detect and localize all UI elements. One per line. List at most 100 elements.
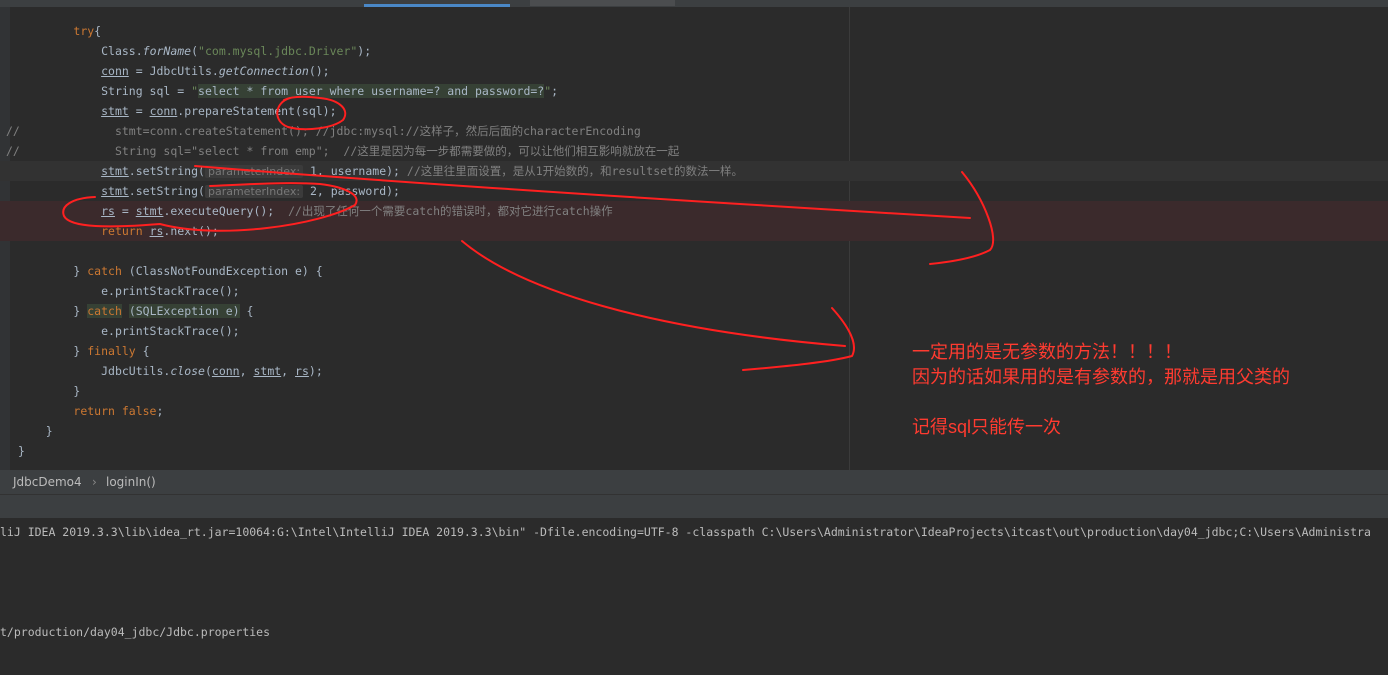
code-token: } (73, 264, 88, 278)
code-token: close (170, 364, 205, 378)
code-text: e.printStackTrace(); (18, 321, 240, 341)
code-token: catch (87, 304, 122, 318)
code-text: } finally { (18, 341, 150, 361)
code-text: return false; (18, 401, 163, 421)
code-line[interactable]: Class.forName("com.mysql.jdbc.Driver"); (0, 41, 1388, 61)
code-token: rs (101, 204, 115, 218)
code-token: ); (357, 44, 372, 58)
code-token: JdbcUtils. (101, 364, 171, 378)
code-token: 1, username); (303, 164, 407, 178)
code-token: = JdbcUtils. (128, 64, 219, 78)
code-token: (); (308, 64, 330, 78)
code-token: { (135, 344, 150, 358)
code-line[interactable] (0, 241, 1388, 261)
code-token: conn (101, 64, 129, 78)
parameter-hint: parameterIndex: (204, 165, 304, 178)
code-text: stmt.setString(parameterIndex: 1, userna… (18, 161, 743, 182)
code-line[interactable]: try{ (0, 21, 1388, 41)
code-token: forName (142, 44, 192, 58)
code-token: String sql="select * from emp"; //这里是因为每… (114, 144, 680, 158)
code-text: String sql="select * from emp"; //这里是因为每… (18, 141, 679, 161)
code-line[interactable]: stmt.setString(parameterIndex: 1, userna… (0, 161, 1388, 181)
code-token: stmt (101, 164, 129, 178)
code-token: //出现了任何一个需要catch的错误时，都对它进行catch操作 (288, 204, 613, 218)
code-text: stmt = conn.prepareStatement(sql); (18, 101, 336, 121)
code-line[interactable]: return rs.next(); (0, 221, 1388, 241)
code-token: = (128, 104, 150, 118)
code-line[interactable]: return false; (0, 401, 1388, 421)
editor-tab[interactable] (530, 0, 675, 6)
code-token: } (18, 444, 25, 458)
code-text: } catch (ClassNotFoundException e) { (18, 261, 322, 281)
code-token: .setString( (128, 164, 205, 178)
code-line[interactable]: stmt = conn.prepareStatement(sql); (0, 101, 1388, 121)
code-token: ; (551, 84, 559, 98)
code-text: try{ (18, 21, 101, 41)
code-token: .setString( (128, 184, 205, 198)
code-token: e.printStackTrace(); (101, 324, 240, 338)
code-token: rs (149, 224, 164, 238)
code-text: } (18, 441, 25, 461)
code-line[interactable]: conn = JdbcUtils.getConnection(); (0, 61, 1388, 81)
code-token: } (45, 424, 53, 438)
code-line[interactable]: stmt.setString(parameterIndex: 2, passwo… (0, 181, 1388, 201)
code-token: "com.mysql.jdbc.Driver" (198, 44, 358, 58)
code-text: } (18, 421, 53, 441)
code-token: Class. (101, 44, 143, 58)
code-token: return false (73, 404, 157, 418)
editor-tab-bar (0, 0, 1388, 7)
console-line: t/production/day04_jdbc/Jdbc.properties (0, 625, 271, 639)
code-token: ; (156, 404, 164, 418)
code-token: ( (191, 44, 199, 58)
breadcrumb-separator: › (92, 475, 97, 489)
console-line: liJ IDEA 2019.3.3\lib\idea_rt.jar=10064:… (0, 525, 1371, 539)
code-token: stmt (101, 104, 129, 118)
code-token: String sql = (101, 84, 192, 98)
code-line[interactable]: String sql = "select * from user where u… (0, 81, 1388, 101)
code-text: conn = JdbcUtils.getConnection(); (18, 61, 330, 81)
code-line[interactable]: // stmt=conn.createStatement(); //jdbc:m… (0, 121, 1388, 141)
code-line[interactable]: } (0, 441, 1388, 461)
code-token: , (281, 364, 296, 378)
code-line[interactable]: e.printStackTrace(); (0, 281, 1388, 301)
code-token: .next(); (163, 224, 219, 238)
code-text: return rs.next(); (18, 221, 219, 241)
code-token: stmt=conn.createStatement(); //jdbc:mysq… (114, 124, 641, 138)
code-token: conn (149, 104, 178, 118)
code-text: Class.forName("com.mysql.jdbc.Driver"); (18, 41, 371, 61)
code-token: { (239, 304, 254, 318)
code-token: = (114, 204, 136, 218)
code-editor[interactable]: try{ Class.forName("com.mysql.jdbc.Drive… (0, 7, 1388, 470)
code-token: conn (211, 364, 240, 378)
breadcrumb-class[interactable]: JdbcDemo4 (13, 470, 82, 494)
code-token: rs (295, 364, 309, 378)
run-console[interactable]: liJ IDEA 2019.3.3\lib\idea_rt.jar=10064:… (0, 518, 1388, 675)
code-token: " (191, 84, 199, 98)
code-line[interactable]: rs = stmt.executeQuery(); //出现了任何一个需要cat… (0, 201, 1388, 221)
code-text: stmt=conn.createStatement(); //jdbc:mysq… (18, 121, 641, 141)
code-text: String sql = "select * from user where u… (18, 81, 558, 101)
code-token: catch (87, 264, 122, 278)
code-token: { (94, 24, 102, 38)
code-token: try (73, 24, 95, 38)
code-token: } (73, 304, 88, 318)
code-token: 2, password); (303, 184, 400, 198)
code-token: stmt (101, 184, 129, 198)
code-line[interactable]: } (0, 421, 1388, 441)
code-token: select * from user where username=? and … (198, 84, 545, 98)
code-token: return (101, 224, 150, 238)
parameter-hint: parameterIndex: (204, 185, 304, 198)
code-line[interactable]: e.printStackTrace(); (0, 321, 1388, 341)
code-text: e.printStackTrace(); (18, 281, 239, 301)
code-line[interactable]: } catch (ClassNotFoundException e) { (0, 261, 1388, 281)
code-token: .executeQuery(); (163, 204, 289, 218)
code-line[interactable]: } catch (SQLException e) { (0, 301, 1388, 321)
code-text: rs = stmt.executeQuery(); //出现了任何一个需要cat… (18, 201, 613, 221)
breadcrumb-method[interactable]: loginIn() (106, 470, 156, 494)
run-panel-header (0, 494, 1388, 519)
annotation-note: 记得sql只能传一次 (912, 417, 1062, 437)
code-token: stmt (135, 204, 164, 218)
code-text: JdbcUtils.close(conn, stmt, rs); (18, 361, 323, 381)
code-line[interactable]: // String sql="select * from emp"; //这里是… (0, 141, 1388, 161)
